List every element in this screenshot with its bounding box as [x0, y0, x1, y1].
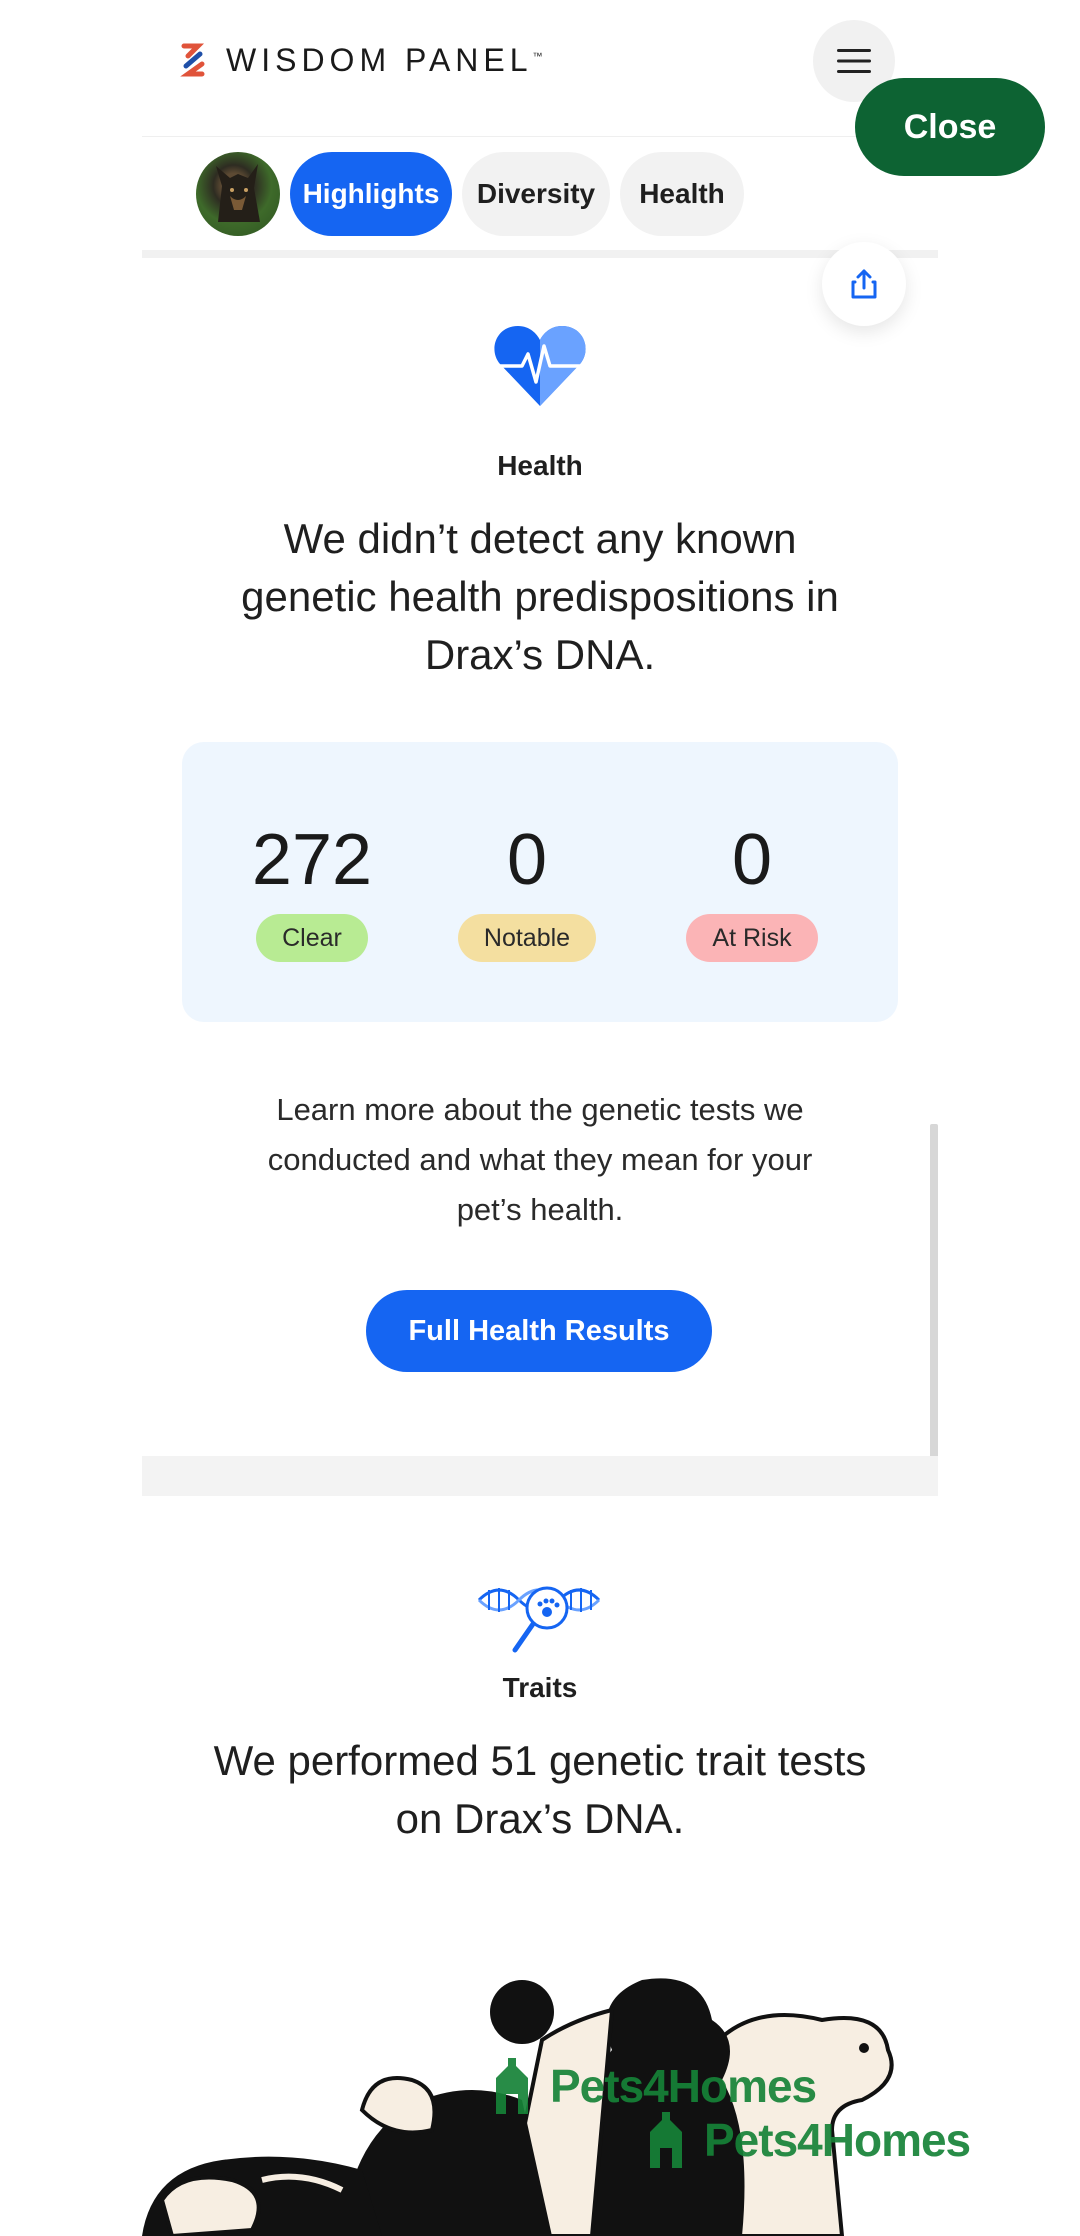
heart-pulse-icon — [494, 326, 586, 406]
full-health-results-button[interactable]: Full Health Results — [366, 1290, 712, 1372]
tab-highlights[interactable]: Highlights — [290, 152, 452, 236]
pets4homes-logo-icon — [496, 2058, 528, 2114]
notable-badge: Notable — [457, 914, 597, 962]
pets4homes-watermark: Pets4Homes — [492, 2058, 817, 2114]
tab-health[interactable]: Health — [620, 152, 744, 236]
tabs-bar: Highlights Diversity Health — [142, 136, 938, 258]
wisdom-panel-logo[interactable]: WISDOM PANEL™ — [180, 40, 543, 80]
dna-paw-magnifier-icon — [477, 1586, 601, 1653]
pet-avatar[interactable] — [196, 152, 280, 236]
traits-section-label: Traits — [502, 1672, 578, 1703]
stat-at-risk-value: 0 — [731, 820, 773, 900]
health-description: Learn more about the genetic tests we co… — [267, 1092, 813, 1227]
dog-photo — [216, 164, 260, 222]
stat-clear-value: 272 — [251, 820, 373, 900]
pets4homes-watermark-2: Pets4Homes — [646, 2112, 971, 2168]
health-stats-card: 272 Clear 0 Notable 0 At Risk — [182, 742, 898, 1022]
stat-at-risk: 0 At Risk — [652, 820, 852, 962]
traits-icon-wrap — [142, 1578, 938, 1663]
share-icon — [851, 269, 877, 299]
hamburger-menu-icon — [837, 49, 871, 73]
share-button[interactable] — [822, 242, 906, 326]
health-headline: We didn’t detect any known genetic healt… — [241, 515, 839, 678]
tab-diversity[interactable]: Diversity — [462, 152, 610, 236]
stat-notable: 0 Notable — [427, 820, 627, 962]
clear-badge: Clear — [256, 914, 368, 962]
scrollbar[interactable] — [930, 1124, 938, 1490]
stat-notable-value: 0 — [506, 820, 548, 900]
page: WISDOM PANEL™ Close Highlights Diversity… — [0, 0, 1080, 2236]
section-divider — [142, 1456, 938, 1496]
at-risk-badge: At Risk — [686, 914, 818, 962]
logo-icon — [180, 43, 205, 77]
traits-headline: We performed 51 genetic trait tests on D… — [213, 1737, 867, 1842]
health-icon-wrap — [142, 322, 938, 415]
stat-clear: 272 Clear — [212, 820, 412, 962]
pets4homes-logo-icon — [650, 2112, 682, 2168]
close-button[interactable]: Close — [855, 78, 1045, 176]
brand-name: WISDOM PANEL™ — [226, 41, 543, 78]
health-section-label: Health — [497, 450, 583, 481]
